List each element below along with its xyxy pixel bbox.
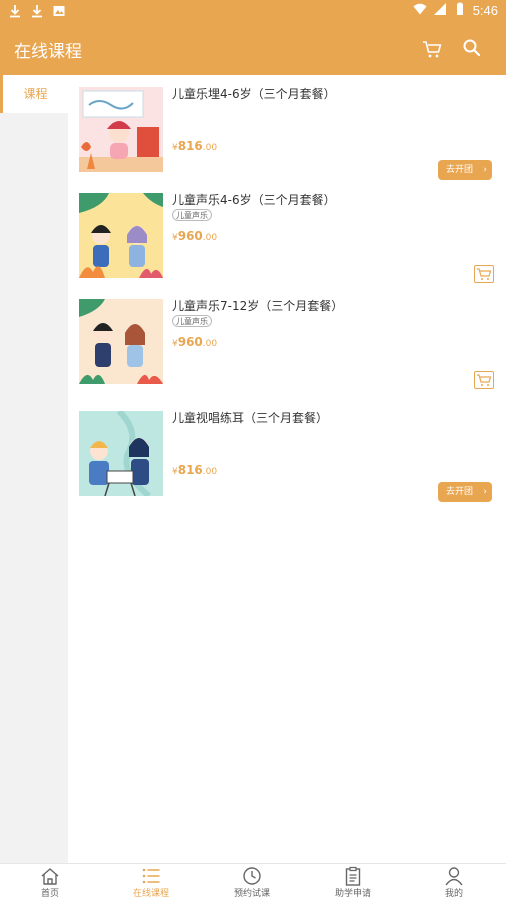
group-buy-button[interactable]: 去开团 › xyxy=(438,160,492,180)
course-title: 儿童声乐4-6岁（三个月套餐） xyxy=(172,193,336,207)
course-tag: 儿童声乐 xyxy=(172,209,212,221)
course-item[interactable]: 儿童乐埋4-6岁（三个月套餐） ¥816.00 去开团 › xyxy=(68,75,506,180)
course-title: 儿童声乐7-12岁（三个月套餐） xyxy=(172,299,344,313)
tab-home[interactable]: 首页 xyxy=(0,866,100,900)
course-thumbnail xyxy=(79,411,163,496)
home-icon xyxy=(41,868,59,885)
tab-online-courses[interactable]: 在线课程 xyxy=(101,866,201,900)
wifi-icon xyxy=(413,2,427,19)
image-icon xyxy=(52,3,66,22)
course-thumbnail xyxy=(79,193,163,278)
course-list: 儿童乐埋4-6岁（三个月套餐） ¥816.00 去开团 › 儿童声乐4-6岁（三… xyxy=(68,75,506,863)
list-icon xyxy=(142,868,160,884)
tab-aid-application[interactable]: 助学申请 xyxy=(303,866,403,900)
tab-mine[interactable]: 我的 xyxy=(404,866,504,900)
course-thumbnail xyxy=(79,87,163,172)
course-price: ¥960.00 xyxy=(172,335,218,349)
course-title: 儿童乐埋4-6岁（三个月套餐） xyxy=(172,87,336,101)
course-title: 儿童视唱练耳（三个月套餐） xyxy=(172,411,329,425)
course-thumbnail xyxy=(79,299,163,384)
app-bar: 在线课程 xyxy=(0,24,506,75)
course-price: ¥960.00 xyxy=(172,229,218,243)
course-tag: 儿童声乐 xyxy=(172,315,212,327)
cart-icon[interactable] xyxy=(421,38,443,60)
status-bar: 5:46 xyxy=(0,0,506,24)
add-to-cart-button[interactable] xyxy=(474,265,494,283)
add-to-cart-button[interactable] xyxy=(474,371,494,389)
course-price: ¥816.00 xyxy=(172,139,218,153)
search-icon[interactable] xyxy=(461,37,483,59)
clipboard-icon xyxy=(345,866,361,886)
sidebar-item-course[interactable]: 课程 xyxy=(0,75,68,113)
chevron-right-icon: › xyxy=(483,487,487,497)
signal-icon xyxy=(433,2,447,19)
course-price: ¥816.00 xyxy=(172,463,218,477)
clock-time: 5:46 xyxy=(472,3,498,18)
clock-icon xyxy=(243,867,261,885)
page-title: 在线课程 xyxy=(14,42,82,62)
download-icon xyxy=(8,3,22,22)
battery-icon xyxy=(453,2,467,19)
tab-book-trial[interactable]: 预约试课 xyxy=(202,866,302,900)
category-sidebar: 课程 xyxy=(0,75,68,863)
course-item[interactable]: 儿童声乐4-6岁（三个月套餐） 儿童声乐 ¥960.00 xyxy=(68,181,506,285)
cart-icon xyxy=(477,374,492,386)
chevron-right-icon: › xyxy=(483,165,487,175)
course-item[interactable]: 儿童声乐7-12岁（三个月套餐） 儿童声乐 ¥960.00 xyxy=(68,287,506,391)
download-icon xyxy=(30,3,44,22)
user-icon xyxy=(445,867,463,886)
cart-icon xyxy=(477,268,492,280)
bottom-tab-bar: 首页 在线课程 预约试课 助学申请 我的 xyxy=(0,863,506,900)
course-item[interactable]: 儿童视唱练耳（三个月套餐） ¥816.00 去开团 › xyxy=(68,399,506,503)
group-buy-button[interactable]: 去开团 › xyxy=(438,482,492,502)
